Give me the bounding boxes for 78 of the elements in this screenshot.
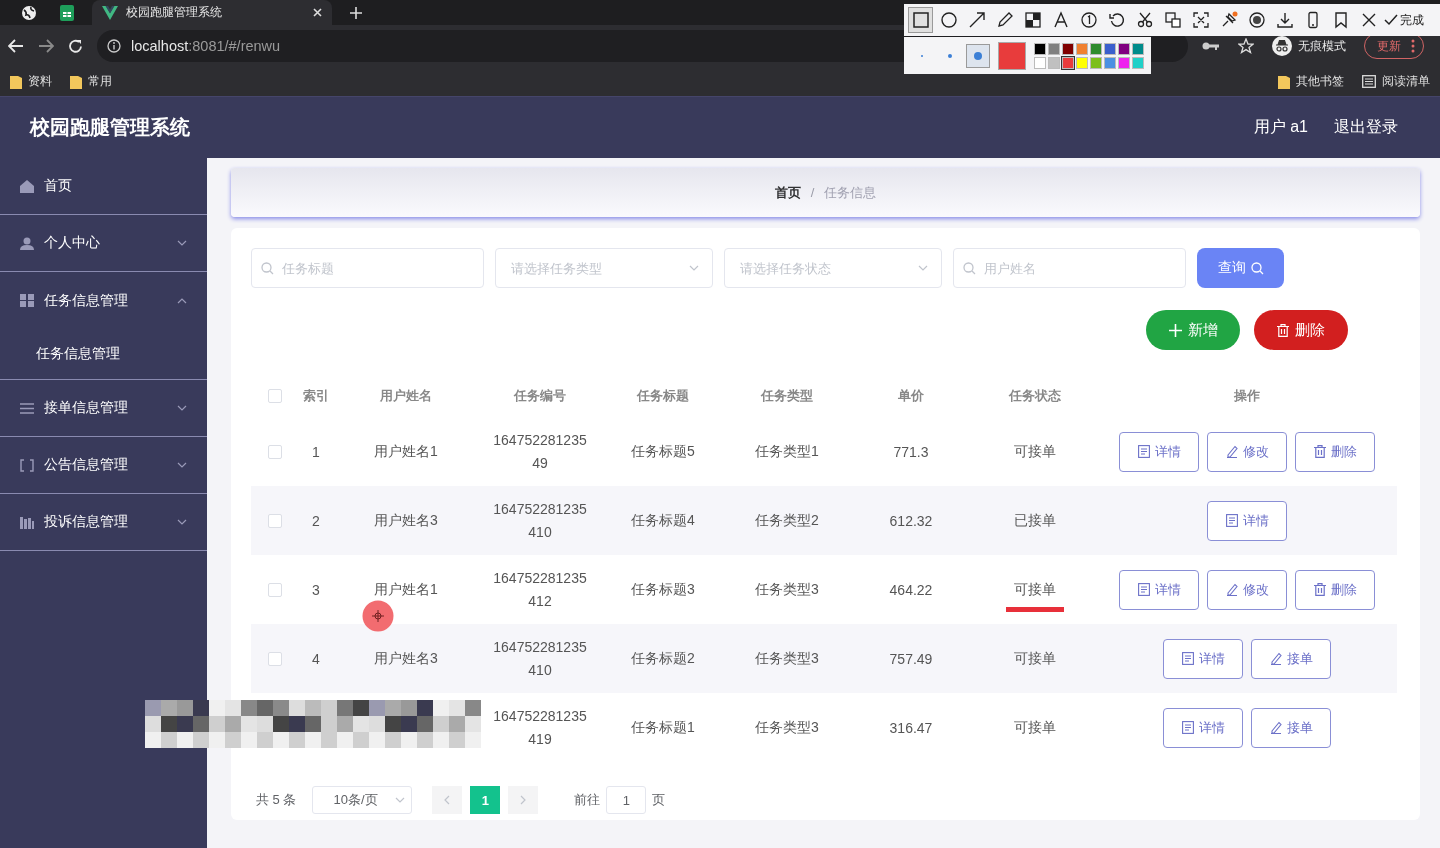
search-field[interactable]: 用户姓名: [953, 248, 1186, 288]
page-suffix: 页: [652, 791, 666, 809]
column-header: 索引: [303, 387, 329, 405]
table-cell-text: 16475228123549: [492, 430, 588, 473]
table-cell: 2: [312, 512, 320, 529]
table-cell: 612.32: [889, 512, 933, 529]
delete-button[interactable]: 删除: [1254, 310, 1348, 350]
app-title: 校园跑腿管理系统: [30, 115, 191, 140]
table-cell: 可接单: [1014, 580, 1056, 597]
bookmark[interactable]: 其他书签: [1296, 73, 1344, 90]
page-size-value: 10条/页: [333, 791, 378, 809]
user-name: 用户 a1: [1253, 117, 1308, 137]
detail-button[interactable]: 详情: [1119, 431, 1199, 472]
table-cell: 可接单: [1014, 442, 1056, 459]
table-cell: 用户姓名3: [374, 649, 438, 668]
table-cell: 1: [312, 443, 320, 460]
table-cell: 任务类型1: [755, 442, 819, 461]
table-cell: 任务类型3: [755, 718, 819, 737]
url-text[interactable]: localhost:8081/#/renwu: [131, 38, 281, 54]
column-header: 任务编号: [514, 387, 566, 405]
delete-button[interactable]: 删除: [1295, 569, 1375, 610]
table-cell: 任务标题5: [631, 442, 695, 461]
table-cell: 任务标题2: [631, 649, 695, 668]
column-header: 任务类型: [761, 387, 813, 405]
browser-tab[interactable]: 校园跑腿管理系统: [92, 0, 332, 25]
column-header: 用户姓名: [380, 387, 432, 405]
bookmark[interactable]: 阅读清单: [1382, 73, 1430, 90]
table-cell: 用户姓名3: [374, 511, 438, 530]
table-cell-text: 164752281235410: [492, 499, 588, 542]
detail-button[interactable]: 详情: [1119, 569, 1199, 610]
table-cell: 464.22: [889, 581, 933, 598]
select-field[interactable]: 请选择任务状态: [724, 248, 942, 288]
table-cell: 已接单: [1014, 511, 1056, 528]
column-header: 任务标题: [637, 387, 689, 405]
table-cell: 用户姓名1: [374, 442, 438, 461]
column-header: 操作: [1234, 387, 1260, 405]
sidebar-item[interactable]: 任务信息管理: [0, 272, 207, 329]
page-input[interactable]: 1: [606, 786, 647, 814]
table-cell: 任务类型3: [755, 580, 819, 599]
detail-button[interactable]: 详情: [1163, 638, 1243, 679]
total-count: 共 5 条: [256, 791, 297, 809]
edit-button[interactable]: 修改: [1207, 431, 1287, 472]
column-header: 任务状态: [1009, 387, 1061, 405]
detail-button[interactable]: 详情: [1207, 500, 1287, 541]
table-cell: 用户姓名1: [374, 580, 438, 599]
breadcrumb-link[interactable]: 首页: [774, 183, 801, 202]
table-cell: 任务标题3: [631, 580, 695, 599]
table-cell: 3: [312, 581, 320, 598]
select-field[interactable]: 请选择任务类型: [495, 248, 713, 288]
table-cell: 757.49: [889, 650, 933, 667]
delete-button[interactable]: 删除: [1295, 431, 1375, 472]
table-cell: 任务标题4: [631, 511, 695, 530]
table-cell: 316.47: [889, 719, 933, 736]
table-cell-text: 164752281235412: [492, 568, 588, 611]
column-header: 单价: [898, 387, 924, 405]
incognito-label: 无痕模式: [1298, 37, 1346, 55]
detail-button[interactable]: 详情: [1163, 707, 1243, 748]
sidebar-subitem[interactable]: 任务信息管理: [0, 329, 207, 379]
table-cell: 771.3: [893, 443, 929, 460]
table-cell: 4: [312, 650, 320, 667]
done-button[interactable]: 完成: [1384, 11, 1424, 29]
table-cell-text: 164752281235410: [492, 637, 588, 680]
table-cell: 任务类型3: [755, 649, 819, 668]
table-cell: 任务类型2: [755, 511, 819, 530]
accept-button[interactable]: 接单: [1251, 638, 1331, 679]
table-cell: 任务标题1: [631, 718, 695, 737]
breadcrumb-separator: /: [810, 185, 815, 200]
bookmark[interactable]: 资料: [28, 73, 52, 90]
bookmark[interactable]: 常用: [88, 73, 112, 90]
accept-button[interactable]: 接单: [1251, 707, 1331, 748]
logout-link[interactable]: 退出登录: [1334, 117, 1398, 138]
table-cell-text: 164752281235419: [492, 706, 588, 749]
edit-button[interactable]: 修改: [1207, 569, 1287, 610]
table-cell: 可接单: [1014, 649, 1056, 666]
table-cell: 可接单: [1014, 718, 1056, 735]
goto-label: 前往: [574, 791, 601, 809]
search-field[interactable]: 任务标题: [251, 248, 484, 288]
page-size-select[interactable]: 10条/页: [312, 786, 413, 814]
